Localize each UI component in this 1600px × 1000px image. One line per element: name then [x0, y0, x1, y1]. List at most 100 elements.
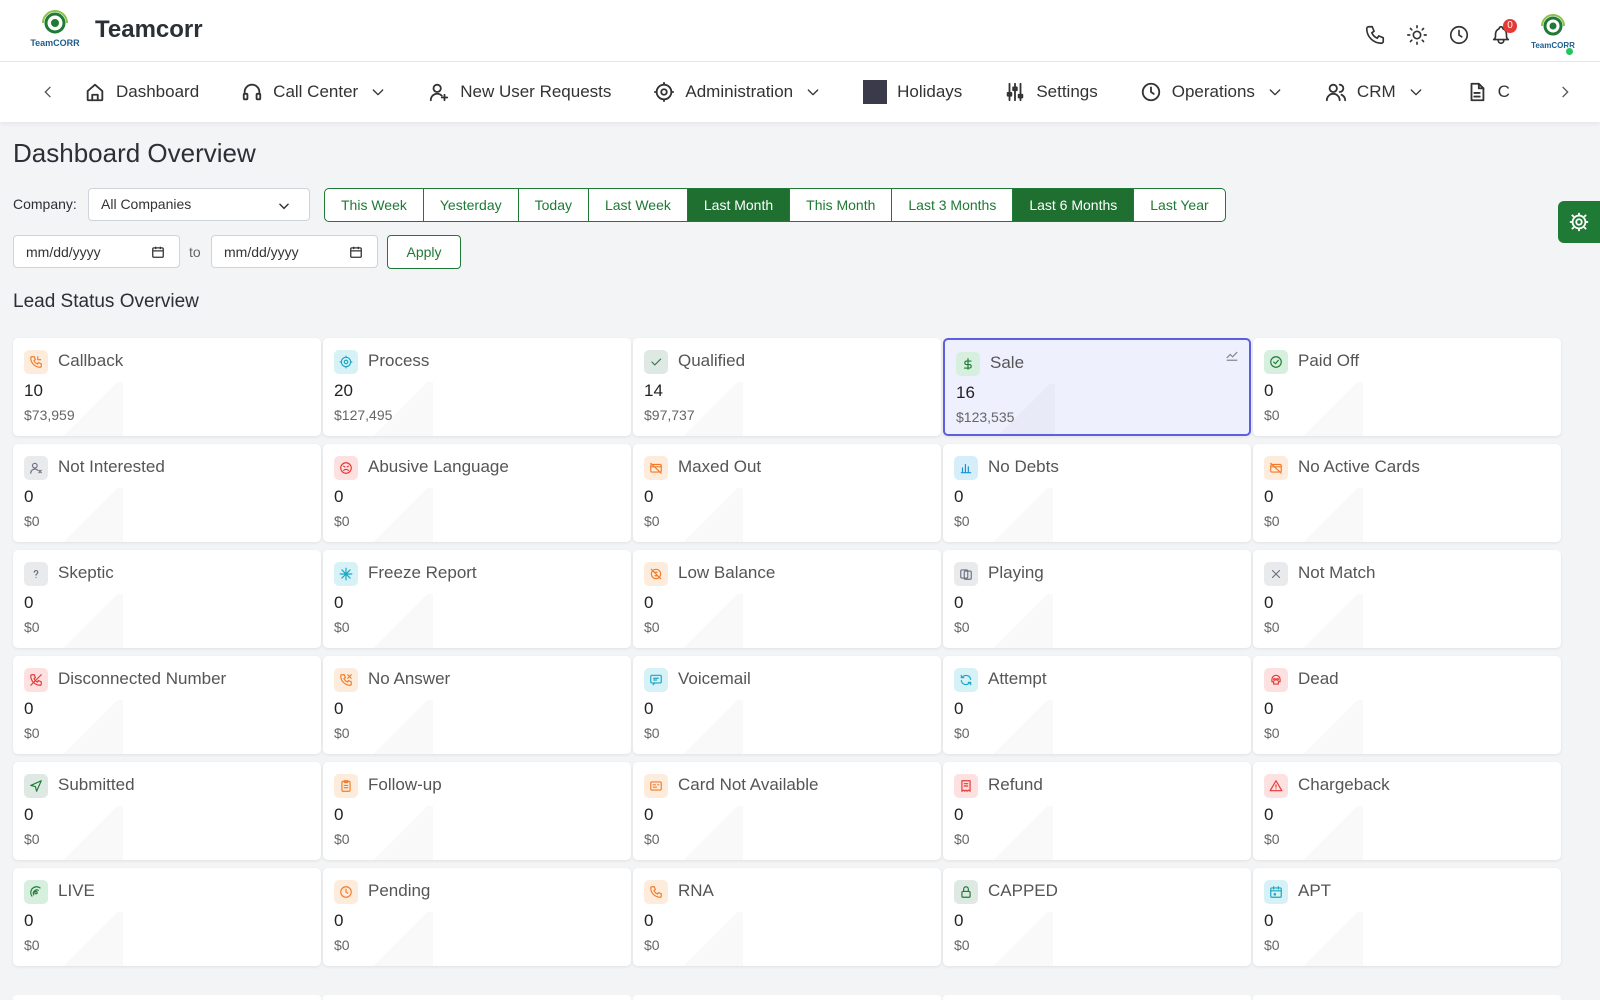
- card-icon-wrap: [24, 880, 48, 904]
- status-card-freeze-report[interactable]: Freeze Report 0 $0: [323, 550, 631, 648]
- card-amount: $0: [334, 725, 350, 741]
- status-card-process[interactable]: Process 20 $127,495: [323, 338, 631, 436]
- status-card-attempt[interactable]: Attempt 0 $0: [943, 656, 1251, 754]
- clock-icon[interactable]: [1438, 16, 1480, 54]
- nav-item-c[interactable]: C: [1466, 62, 1510, 122]
- status-card-no-answer[interactable]: No Answer 0 $0: [323, 656, 631, 754]
- to-label: to: [189, 244, 201, 260]
- sun-icon[interactable]: [1396, 16, 1438, 54]
- card-label: Callback: [58, 351, 124, 370]
- range-this-month-button[interactable]: This Month: [790, 189, 893, 221]
- status-card-apt[interactable]: APT 0 $0: [1253, 868, 1561, 966]
- card-icon-wrap: [334, 562, 358, 586]
- card-amount: $0: [24, 725, 40, 741]
- status-card-not-match[interactable]: Not Match 0 $0: [1253, 550, 1561, 648]
- status-card-abusive-language[interactable]: Abusive Language 0 $0: [323, 444, 631, 542]
- range-this-week-button[interactable]: This Week: [325, 189, 424, 221]
- bell-icon[interactable]: 0: [1480, 16, 1522, 54]
- nav-item-call-center[interactable]: Call Center: [241, 62, 386, 122]
- card-count: 0: [644, 593, 654, 612]
- nav-item-crm[interactable]: CRM: [1325, 62, 1424, 122]
- card-icon-wrap: [334, 350, 358, 374]
- card-count: 0: [24, 487, 34, 506]
- check-circle-icon: [1270, 356, 1282, 368]
- status-card-paid-off[interactable]: Paid Off 0 $0: [1253, 338, 1561, 436]
- nav-scroll-right-button[interactable]: [1553, 80, 1577, 104]
- status-card-voicemail[interactable]: Voicemail 0 $0: [633, 656, 941, 754]
- company-select[interactable]: All Companies: [88, 188, 310, 221]
- card-icon-wrap: [24, 668, 48, 692]
- range-yesterday-button[interactable]: Yesterday: [424, 189, 519, 221]
- phone-icon[interactable]: [1354, 16, 1396, 54]
- range-last-year-button[interactable]: Last Year: [1134, 189, 1224, 221]
- card-count: 0: [24, 805, 34, 824]
- range-last-3-months-button[interactable]: Last 3 Months: [892, 189, 1014, 221]
- date-range-group: This Week Yesterday Today Last Week Last Mon…: [324, 188, 1226, 222]
- card-icon-wrap: [334, 668, 358, 692]
- status-card-playing[interactable]: Playing 0 $0: [943, 550, 1251, 648]
- date-to-input[interactable]: mm/dd/yyyy: [211, 235, 378, 268]
- card-icon-wrap: [1264, 880, 1288, 904]
- card-icon-wrap: [644, 668, 668, 692]
- status-card-capped[interactable]: CAPPED 0 $0: [943, 868, 1251, 966]
- id-card-icon: [650, 781, 662, 791]
- user-avatar[interactable]: TeamCORR: [1530, 12, 1576, 58]
- status-card-rna[interactable]: RNA 0 $0: [633, 868, 941, 966]
- status-card-chargeback[interactable]: Chargeback 0 $0: [1253, 762, 1561, 860]
- range-last-6-months-button[interactable]: Last 6 Months: [1013, 189, 1135, 221]
- status-card-refund[interactable]: Refund 0 $0: [943, 762, 1251, 860]
- card-count: 10: [24, 381, 43, 400]
- card-decoration: [373, 700, 433, 754]
- status-card-skeptic[interactable]: Skeptic 0 $0: [13, 550, 321, 648]
- status-card-card-not-available[interactable]: Card Not Available 0 $0: [633, 762, 941, 860]
- date-from-input[interactable]: mm/dd/yyyy: [13, 235, 180, 268]
- nav-scroll-left-button[interactable]: [36, 80, 60, 104]
- card-label: Freeze Report: [368, 563, 477, 582]
- range-last-week-button[interactable]: Last Week: [589, 189, 688, 221]
- status-card-dead[interactable]: Dead 0 $0: [1253, 656, 1561, 754]
- status-card-maxed-out[interactable]: Maxed Out 0 $0: [633, 444, 941, 542]
- card-icon-wrap: [1264, 350, 1288, 374]
- nav-item-administration[interactable]: Administration: [653, 62, 821, 122]
- status-card-follow-up[interactable]: Follow-up 0 $0: [323, 762, 631, 860]
- card-decoration: [683, 594, 743, 648]
- nav-item-new-user-requests[interactable]: New User Requests: [428, 62, 611, 122]
- broadcast-icon: [30, 886, 41, 897]
- status-card-sale[interactable]: Sale 16 $123,535: [943, 338, 1251, 436]
- status-card-disconnected-number[interactable]: Disconnected Number 0 $0: [13, 656, 321, 754]
- card-amount: $127,495: [334, 407, 393, 423]
- status-card-no-active-cards[interactable]: No Active Cards 0 $0: [1253, 444, 1561, 542]
- card-off-icon: [1270, 462, 1282, 474]
- card-count: 16: [956, 383, 975, 402]
- status-card-submitted[interactable]: Submitted 0 $0: [13, 762, 321, 860]
- status-card-qualified[interactable]: Qualified 14 $97,737: [633, 338, 941, 436]
- status-card-no-debts[interactable]: No Debts 0 $0: [943, 444, 1251, 542]
- phone-icon: [650, 886, 662, 898]
- card-icon-wrap: [954, 668, 978, 692]
- nav-item-holidays[interactable]: Holidays: [863, 62, 962, 122]
- card-icon-wrap: [954, 880, 978, 904]
- card-label: RNA: [678, 881, 714, 900]
- status-card-callback[interactable]: Callback 10 $73,959: [13, 338, 321, 436]
- range-last-month-button[interactable]: Last Month: [687, 189, 791, 221]
- status-card-pending[interactable]: Pending 0 $0: [323, 868, 631, 966]
- apply-button[interactable]: Apply: [387, 235, 461, 269]
- gear-icon: [339, 355, 353, 369]
- date-from-placeholder: mm/dd/yyyy: [26, 244, 101, 260]
- range-today-button[interactable]: Today: [519, 189, 589, 221]
- status-card-low-balance[interactable]: Low Balance 0 $0: [633, 550, 941, 648]
- card-decoration: [63, 700, 123, 754]
- nav-item-operations[interactable]: Operations: [1140, 62, 1283, 122]
- page-title: Dashboard Overview: [13, 138, 256, 168]
- nav-item-settings[interactable]: Settings: [1004, 62, 1098, 122]
- card-label: Abusive Language: [368, 457, 509, 476]
- status-card-live[interactable]: LIVE 0 $0: [13, 868, 321, 966]
- settings-gear-button[interactable]: [1558, 201, 1600, 243]
- status-card-not-interested[interactable]: Not Interested 0 $0: [13, 444, 321, 542]
- card-amount: $0: [334, 937, 350, 953]
- clock-icon: [340, 886, 352, 898]
- card-label: Skeptic: [58, 563, 114, 582]
- card-label: Maxed Out: [678, 457, 762, 476]
- nav-item-dashboard[interactable]: Dashboard: [84, 62, 199, 122]
- company-logo[interactable]: TeamCORR: [28, 10, 82, 52]
